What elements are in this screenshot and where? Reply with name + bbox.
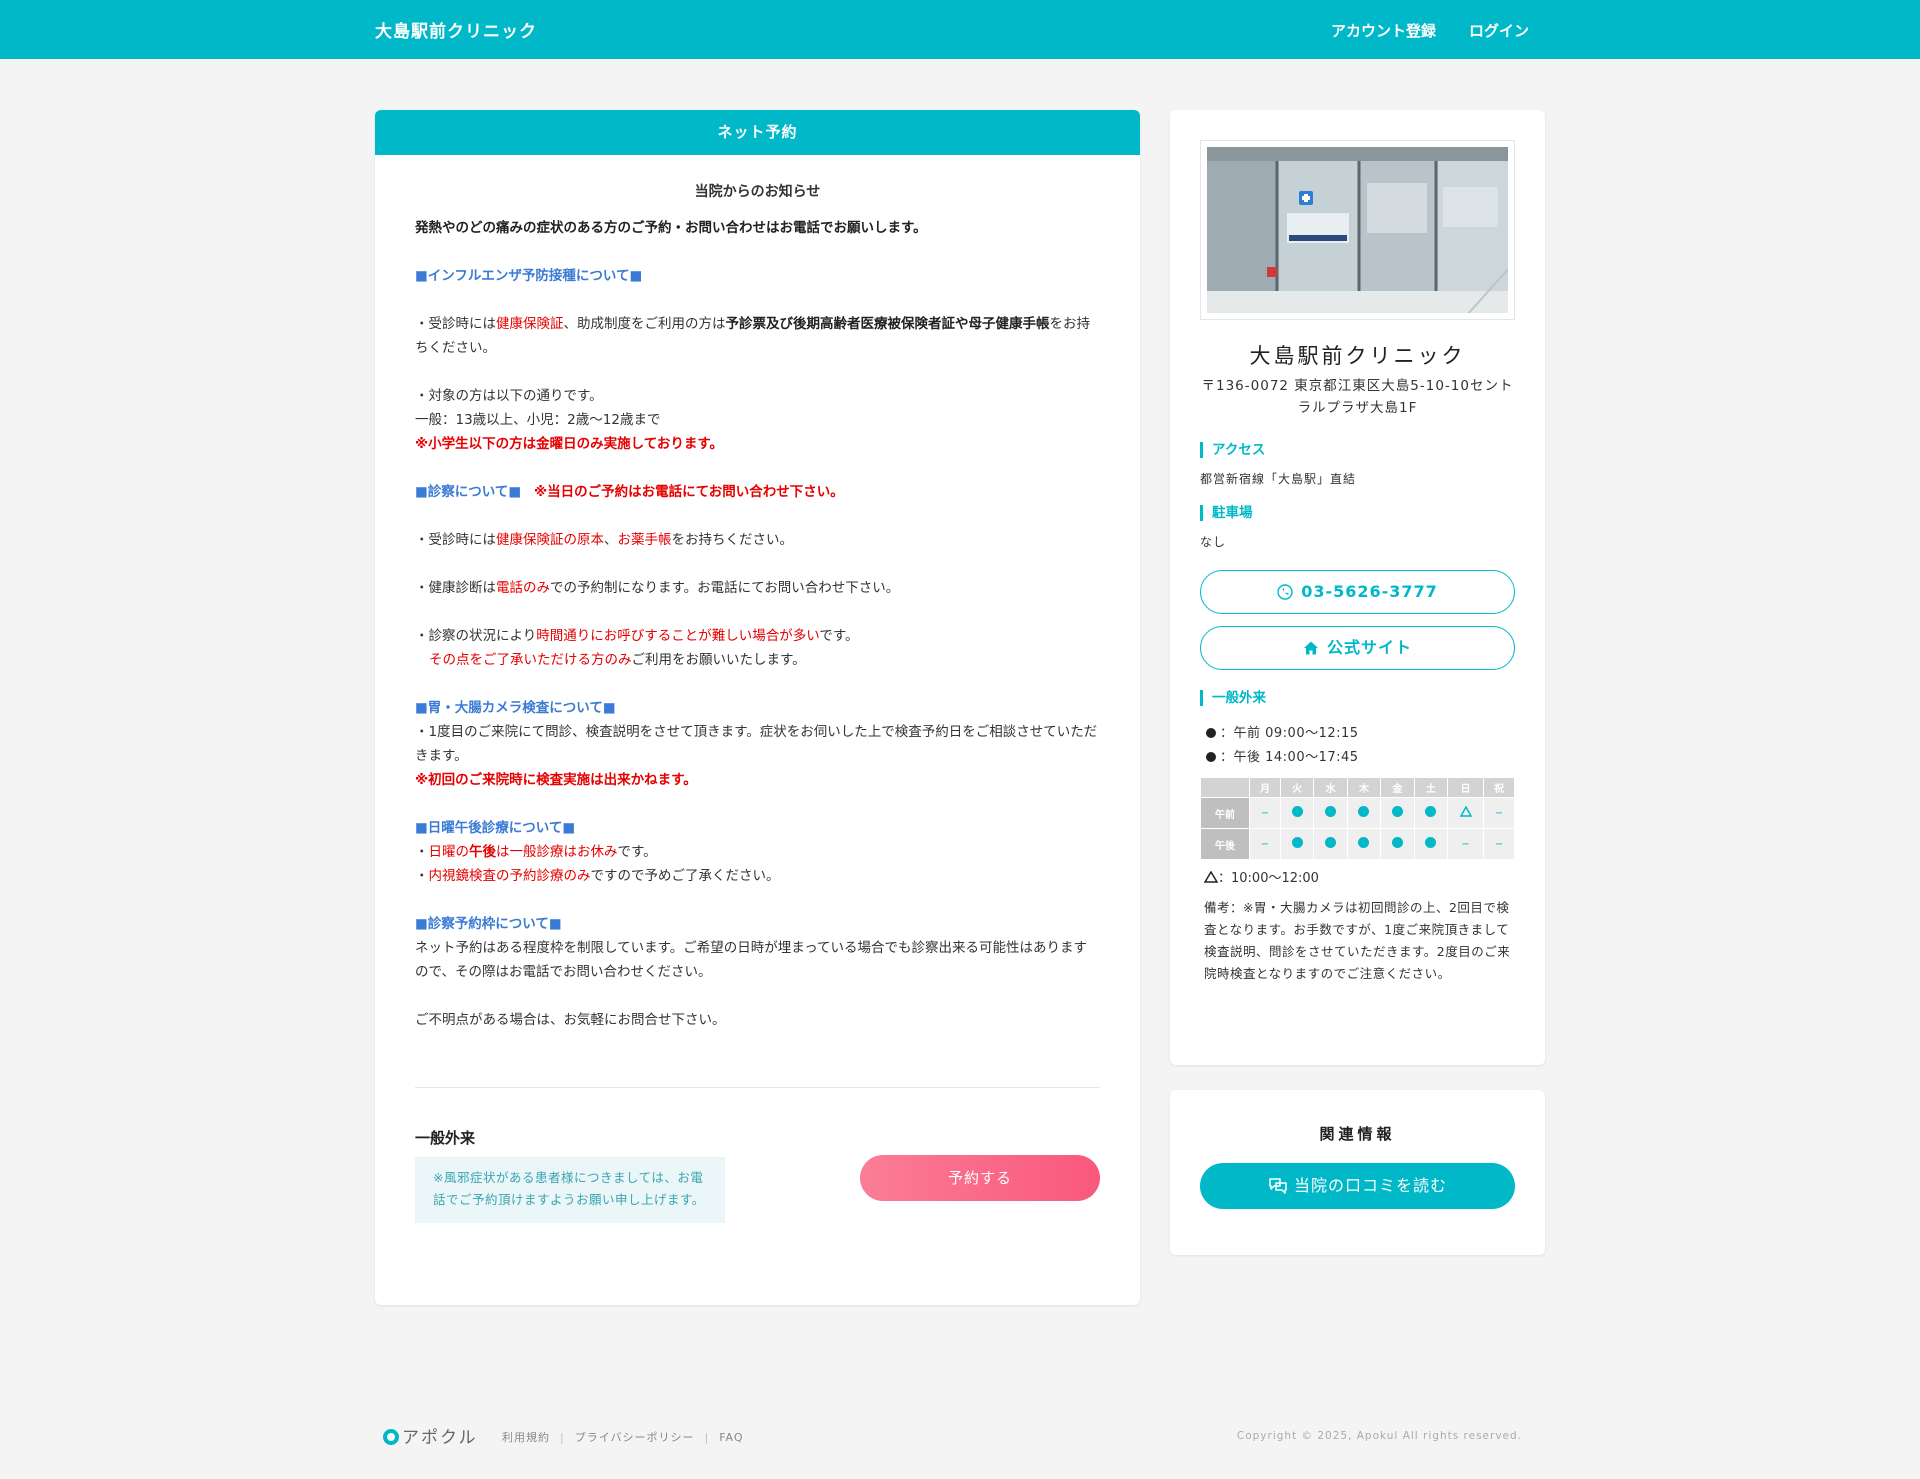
- schedule-open-dot: [1280, 798, 1314, 828]
- schedule-closed-dash: −: [1250, 829, 1280, 859]
- official-site-label: 公式サイト: [1326, 638, 1412, 657]
- footer-link-privacy[interactable]: プライバシーポリシー: [575, 1431, 695, 1444]
- side-outpatient-title: 一般外来: [1200, 690, 1266, 706]
- footer-links: 利用規約 | プライバシーポリシー | FAQ: [502, 1431, 744, 1444]
- schedule-open-dot: [1414, 798, 1448, 828]
- influenza-friday-note: ※小学生以下の方は金曜日のみ実施しております。: [415, 436, 723, 452]
- am-hours: ：午前 09:00〜12:15: [1206, 722, 1359, 741]
- reserve-button[interactable]: 予約する: [860, 1155, 1100, 1201]
- exam-checkup: ・健康診断は電話のみでの予約制になります。お電話にてお問い合わせ下さい。: [415, 580, 900, 596]
- influenza-items: ・受診時には健康保険証、助成制度をご利用の方は予診票及び後期高齢者医療被保険者証…: [415, 316, 1090, 356]
- schedule-row: 午後 − − −: [1201, 829, 1514, 859]
- schedule-row-label: 午前: [1201, 798, 1249, 828]
- closing-text: ご不明点がある場合は、お気軽にお問合せ下さい。: [415, 1012, 726, 1028]
- clinic-storefront-image: [1207, 147, 1508, 313]
- schedule-closed-dash: −: [1483, 798, 1514, 828]
- cold-symptom-warning: ※風邪症状がある患者様につきましては、お電話でご予約頂けますようお願い申し上げま…: [415, 1157, 725, 1223]
- reservation-header: ネット予約: [375, 110, 1140, 155]
- schedule-open-dot: [1347, 798, 1381, 828]
- exam-heading-row: ■診察について■ ※当日のご予約はお電話にてお問い合わせ下さい。: [415, 480, 1100, 504]
- schedule-day-header: 土: [1414, 778, 1448, 797]
- outpatient-title: 一般外来: [415, 1129, 476, 1147]
- schedule-day-header: 祝: [1483, 778, 1514, 797]
- read-reviews-button[interactable]: 当院の口コミを読む: [1200, 1163, 1515, 1209]
- access-text: 都営新宿線「大島駅」直結: [1200, 472, 1357, 486]
- section-divider: [415, 1087, 1100, 1088]
- sunday-heading: ■日曜午後診療について■: [415, 820, 576, 836]
- schedule-open-dot: [1347, 829, 1381, 859]
- schedule-partial-triangle: [1448, 798, 1483, 828]
- home-icon: [1303, 641, 1318, 655]
- read-reviews-label: 当院の口コミを読む: [1293, 1176, 1447, 1195]
- notice-title: 当院からのお知らせ: [694, 184, 821, 200]
- schedule-day-header: 月: [1250, 778, 1280, 797]
- exam-waiting: ・診察の状況により時間通りにお呼びすることが難しい場合が多いです。: [415, 628, 859, 644]
- access-title: アクセス: [1200, 442, 1265, 458]
- schedule-open-dot: [1280, 829, 1314, 859]
- schedule-day-header: 水: [1314, 778, 1347, 797]
- footer-logo[interactable]: アポクル: [383, 1423, 478, 1448]
- schedule-closed-dash: −: [1448, 829, 1483, 859]
- exam-heading: ■診察について■: [415, 484, 522, 500]
- influenza-target: ・対象の方は以下の通りです。: [415, 388, 603, 404]
- phone-number: 03-5626-3777: [1301, 582, 1438, 601]
- related-info-card: 関連情報 当院の口コミを読む: [1170, 1090, 1545, 1255]
- register-link[interactable]: アカウント登録: [1331, 20, 1436, 41]
- triangle-icon: [1203, 870, 1219, 883]
- exam-waiting-2: その点をご了承いただける方のみご利用をお願いいたします。: [429, 652, 806, 668]
- schedule-day-header: 木: [1347, 778, 1381, 797]
- phone-button[interactable]: 03-5626-3777: [1200, 570, 1515, 614]
- clinic-address: 〒136-0072 東京都江東区大島5-10-10セントラルプラザ大島1F: [1201, 378, 1514, 416]
- schedule-day-header: 金: [1381, 778, 1414, 797]
- schedule-open-dot: [1381, 829, 1414, 859]
- camera-note: ※初回のご来院時に検査実施は出来かねます。: [415, 772, 697, 788]
- footer-link-faq[interactable]: FAQ: [719, 1431, 743, 1444]
- login-link[interactable]: ログイン: [1469, 20, 1529, 41]
- influenza-ages: 一般：13歳以上、小児：2歳〜12歳まで: [415, 412, 661, 428]
- official-site-button[interactable]: 公式サイト: [1200, 626, 1515, 670]
- reservation-card: ネット予約 当院からのお知らせ 発熱やのどの痛みの症状のある方のご予約・お問い合…: [375, 110, 1140, 1305]
- schedule-row: 午前 − −: [1201, 798, 1514, 828]
- clinic-photo: [1200, 140, 1515, 320]
- slot-heading: ■診察予約枠について■: [415, 916, 562, 932]
- sunday-line-2: ・内視鏡検査の予約診療のみですので予めご了承ください。: [415, 868, 780, 884]
- copyright: Copyright © 2025, Apokul All rights rese…: [1236, 1430, 1522, 1442]
- notice-lead: 発熱やのどの痛みの症状のある方のご予約・お問い合わせはお電話でお願いします。: [415, 220, 927, 236]
- schedule-day-header: 日: [1448, 778, 1483, 797]
- schedule-closed-dash: −: [1483, 829, 1514, 859]
- exam-bring-items: ・受診時には健康保険証の原本、お薬手帳をお持ちください。: [415, 532, 793, 548]
- clinic-name: 大島駅前クリニック: [1249, 344, 1466, 368]
- related-title: 関連情報: [1319, 1125, 1396, 1143]
- schedule-row-label: 午後: [1201, 829, 1249, 859]
- schedule-open-dot: [1314, 829, 1347, 859]
- camera-text: ・1度目のご来院にて問診、検査説明をさせて頂きます。症状をお伺いした上で検査予約…: [415, 724, 1098, 764]
- triangle-note: ：10:00〜12:00: [1203, 867, 1319, 886]
- sunday-line-1: ・日曜の午後は一般診療はお休みです。: [415, 844, 657, 860]
- clinic-info-card: 大島駅前クリニック 〒136-0072 東京都江東区大島5-10-10セントラル…: [1170, 110, 1545, 1065]
- chat-bubbles-icon: [1269, 1178, 1287, 1194]
- schedule-open-dot: [1381, 798, 1414, 828]
- schedule-table: 月火水木金土日祝 午前 − − 午後 − − −: [1200, 777, 1515, 860]
- footer-link-terms[interactable]: 利用規約: [502, 1431, 550, 1444]
- parking-text: なし: [1200, 535, 1227, 549]
- apokul-logo-icon: [383, 1429, 399, 1445]
- exam-sameday-note: ※当日のご予約はお電話にてお問い合わせ下さい。: [533, 484, 844, 500]
- top-navbar: 大島駅前クリニック: [0, 0, 1920, 59]
- camera-heading: ■胃・大腸カメラ検査について■: [415, 700, 616, 716]
- clinic-notice: 当院からのお知らせ 発熱やのどの痛みの症状のある方のご予約・お問い合わせはお電話…: [415, 180, 1100, 1032]
- site-brand[interactable]: 大島駅前クリニック: [375, 17, 537, 42]
- pm-hours: ：午後 14:00〜17:45: [1206, 746, 1359, 765]
- influenza-heading: ■インフルエンザ予防接種について■: [415, 268, 643, 284]
- schedule-open-dot: [1314, 798, 1347, 828]
- phone-icon: [1277, 584, 1293, 600]
- parking-title: 駐車場: [1200, 505, 1253, 521]
- slot-text: ネット予約はある程度枠を制限しています。ご希望の日時が埋まっている場合でも診察出…: [415, 940, 1088, 980]
- schedule-closed-dash: −: [1250, 798, 1280, 828]
- schedule-day-header: 火: [1280, 778, 1314, 797]
- schedule-open-dot: [1414, 829, 1448, 859]
- schedule-remark: 備考：※胃・大腸カメラは初回問診の上、2回目で検査となります。お手数ですが、1度…: [1204, 900, 1511, 981]
